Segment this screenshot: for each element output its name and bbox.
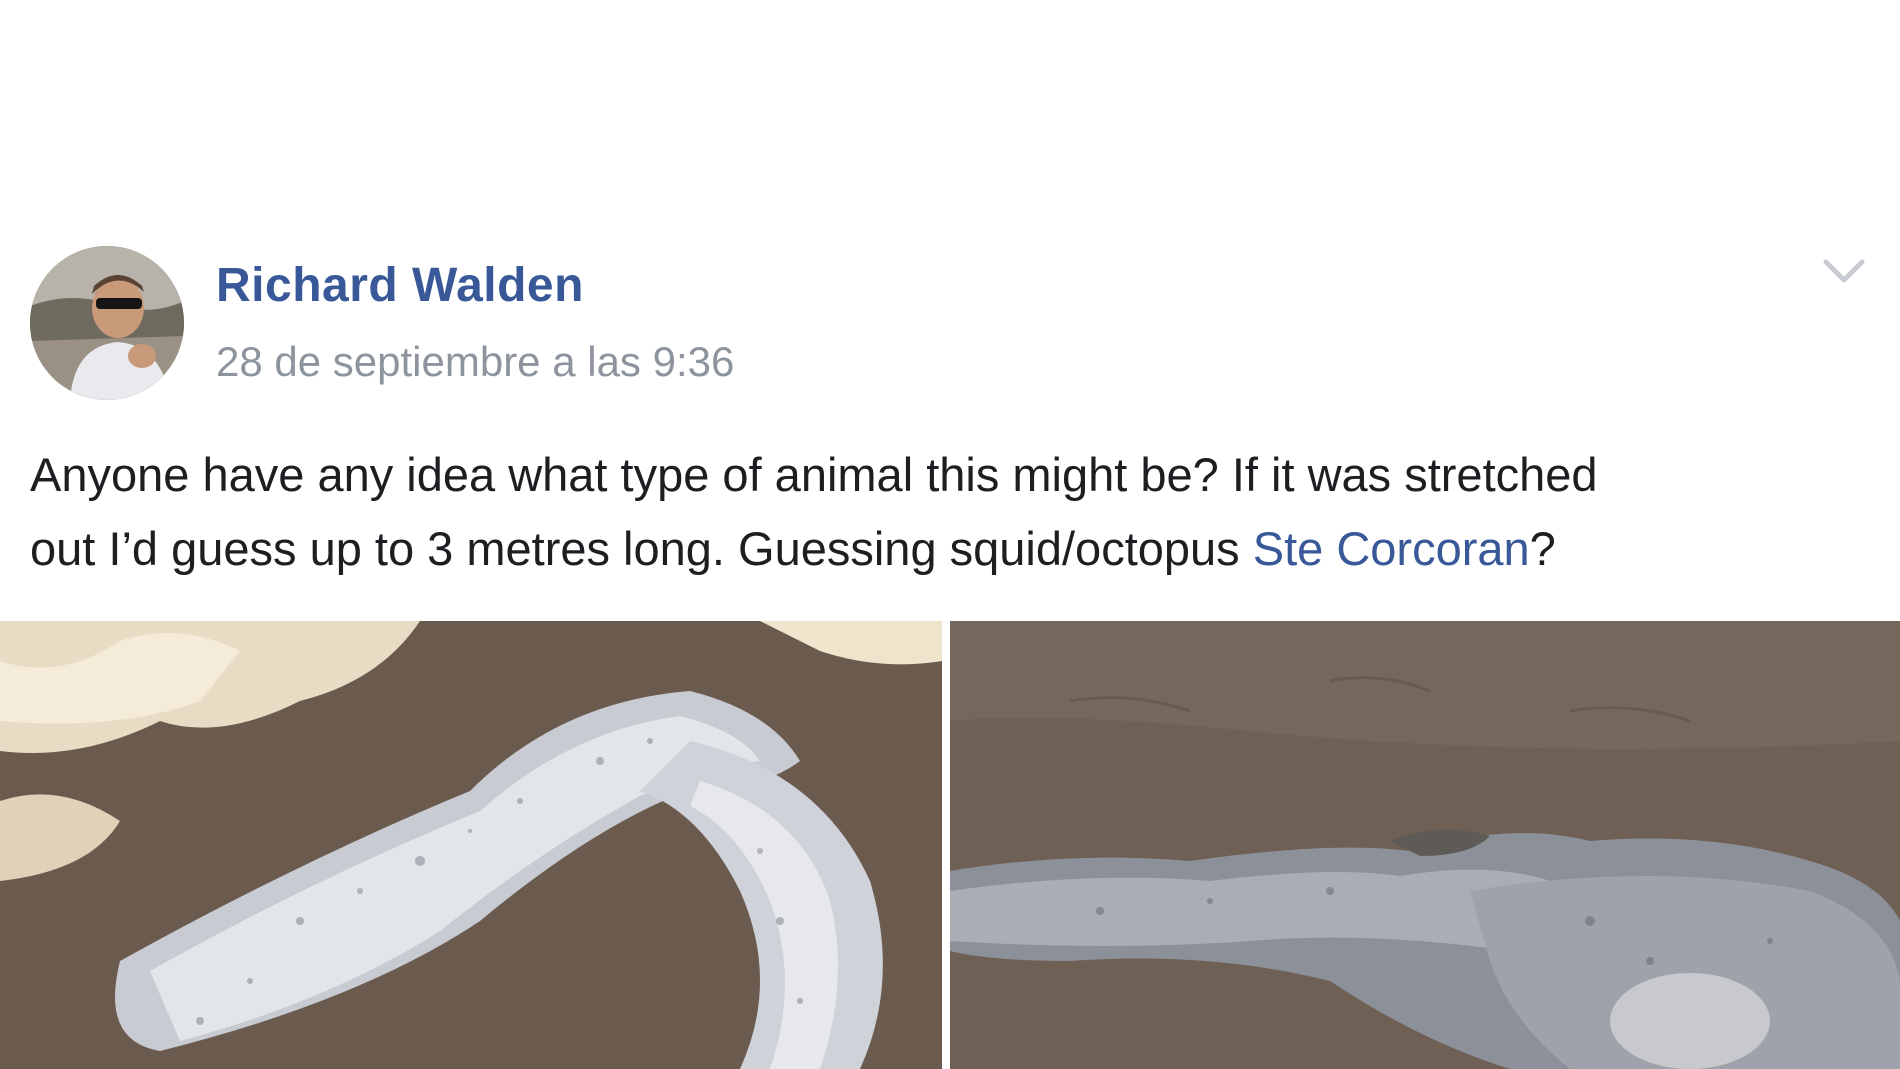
photo-left-image xyxy=(0,621,942,1069)
post-timestamp[interactable]: 28 de septiembre a las 9:36 xyxy=(216,338,734,386)
avatar[interactable] xyxy=(30,246,184,400)
mention-link[interactable]: Ste Corcoran xyxy=(1253,522,1530,575)
avatar-photo xyxy=(30,246,184,400)
post-text-line-2-start: out I’d guess up to 3 metres long. Guess… xyxy=(30,522,1253,575)
post-photo-left[interactable] xyxy=(0,621,942,1069)
post-text-line-2-end: ? xyxy=(1529,522,1556,575)
post-text: Anyone have any idea what type of animal… xyxy=(30,438,1880,586)
photo-right-image xyxy=(950,621,1900,1069)
post-text-line-1: Anyone have any idea what type of animal… xyxy=(30,448,1598,501)
facebook-post: Richard Walden 28 de septiembre a las 9:… xyxy=(0,0,1900,1069)
post-photo-right[interactable] xyxy=(950,621,1900,1069)
chevron-down-icon[interactable] xyxy=(1822,254,1866,290)
author-name[interactable]: Richard Walden xyxy=(216,258,584,313)
post-text-line-2: out I’d guess up to 3 metres long. Guess… xyxy=(30,512,1880,586)
